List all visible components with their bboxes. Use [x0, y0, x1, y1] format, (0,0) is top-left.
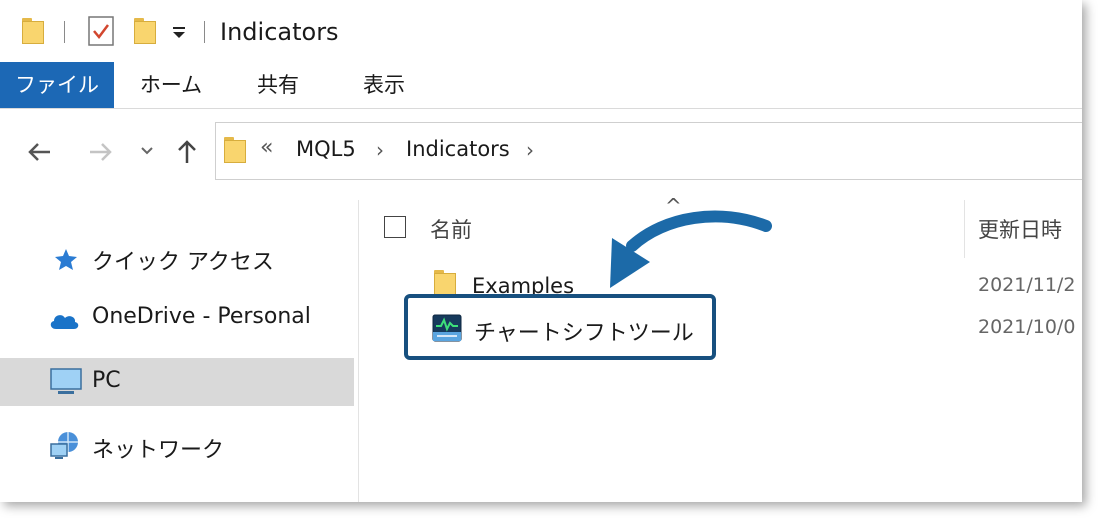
breadcrumb-mql5[interactable]: MQL5 — [296, 137, 356, 161]
nav-item-onedrive[interactable]: OneDrive - Personal — [0, 294, 354, 342]
toolbar-separator — [204, 21, 205, 43]
tab-share[interactable]: 共有 — [236, 62, 320, 108]
overflow-chevron[interactable]: « — [260, 135, 273, 160]
address-bar[interactable]: « MQL5 › Indicators › — [215, 122, 1082, 180]
explorer-window: Indicators ファイル ホーム 共有 表示 « MQL5 › Indic… — [0, 0, 1082, 502]
indicator-file-icon — [432, 314, 462, 342]
network-icon — [50, 432, 78, 459]
breadcrumb-indicators[interactable]: Indicators — [406, 137, 510, 161]
new-folder-icon[interactable] — [134, 18, 156, 44]
forward-arrow-icon[interactable] — [88, 141, 114, 163]
tab-home[interactable]: ホーム — [126, 62, 216, 108]
breadcrumb-separator-icon[interactable]: › — [526, 138, 534, 162]
toolbar-separator — [64, 21, 65, 43]
properties-icon[interactable] — [88, 16, 114, 46]
tab-view[interactable]: 表示 — [340, 62, 428, 108]
select-all-checkbox[interactable] — [384, 216, 406, 238]
file-date: 2021/11/2 — [978, 274, 1076, 296]
nav-item-pc[interactable]: PC — [0, 358, 354, 406]
ribbon-tabs: ファイル ホーム 共有 表示 — [0, 62, 1082, 109]
file-date: 2021/10/0 — [978, 316, 1076, 338]
nav-item-label: OneDrive - Personal — [92, 304, 311, 329]
folder-icon — [22, 18, 44, 44]
column-divider[interactable] — [964, 200, 965, 258]
file-name: チャートシフトツール — [474, 321, 694, 346]
column-header-name[interactable]: 名前 — [430, 214, 472, 244]
folder-icon — [434, 270, 456, 296]
window-title: Indicators — [220, 18, 339, 46]
tab-file[interactable]: ファイル — [0, 62, 114, 108]
highlighted-file-row[interactable]: チャートシフトツール — [404, 294, 716, 360]
nav-item-label: クイック アクセス — [92, 250, 274, 275]
customize-toolbar-icon[interactable] — [170, 24, 188, 40]
navigation-bar: « MQL5 › Indicators › — [0, 122, 1082, 182]
nav-item-quick-access[interactable]: クイック アクセス — [0, 234, 354, 282]
back-arrow-icon[interactable] — [26, 141, 52, 163]
nav-item-network[interactable]: ネットワーク — [0, 422, 354, 470]
column-header-date[interactable]: 更新日時 — [978, 214, 1062, 244]
nav-item-label: ネットワーク — [92, 438, 225, 463]
breadcrumb-separator-icon[interactable]: › — [376, 138, 384, 162]
nav-item-label: PC — [92, 368, 121, 393]
monitor-icon — [50, 368, 82, 394]
star-icon — [55, 249, 77, 270]
recent-locations-chevron-icon[interactable] — [140, 146, 154, 156]
up-arrow-icon[interactable] — [176, 138, 198, 164]
annotation-arrow-icon — [610, 210, 772, 288]
cloud-icon — [50, 315, 79, 329]
navigation-pane: クイック アクセス OneDrive - Personal PC ネットワーク — [0, 200, 359, 502]
title-bar: Indicators — [0, 0, 1082, 62]
folder-icon — [224, 137, 246, 163]
